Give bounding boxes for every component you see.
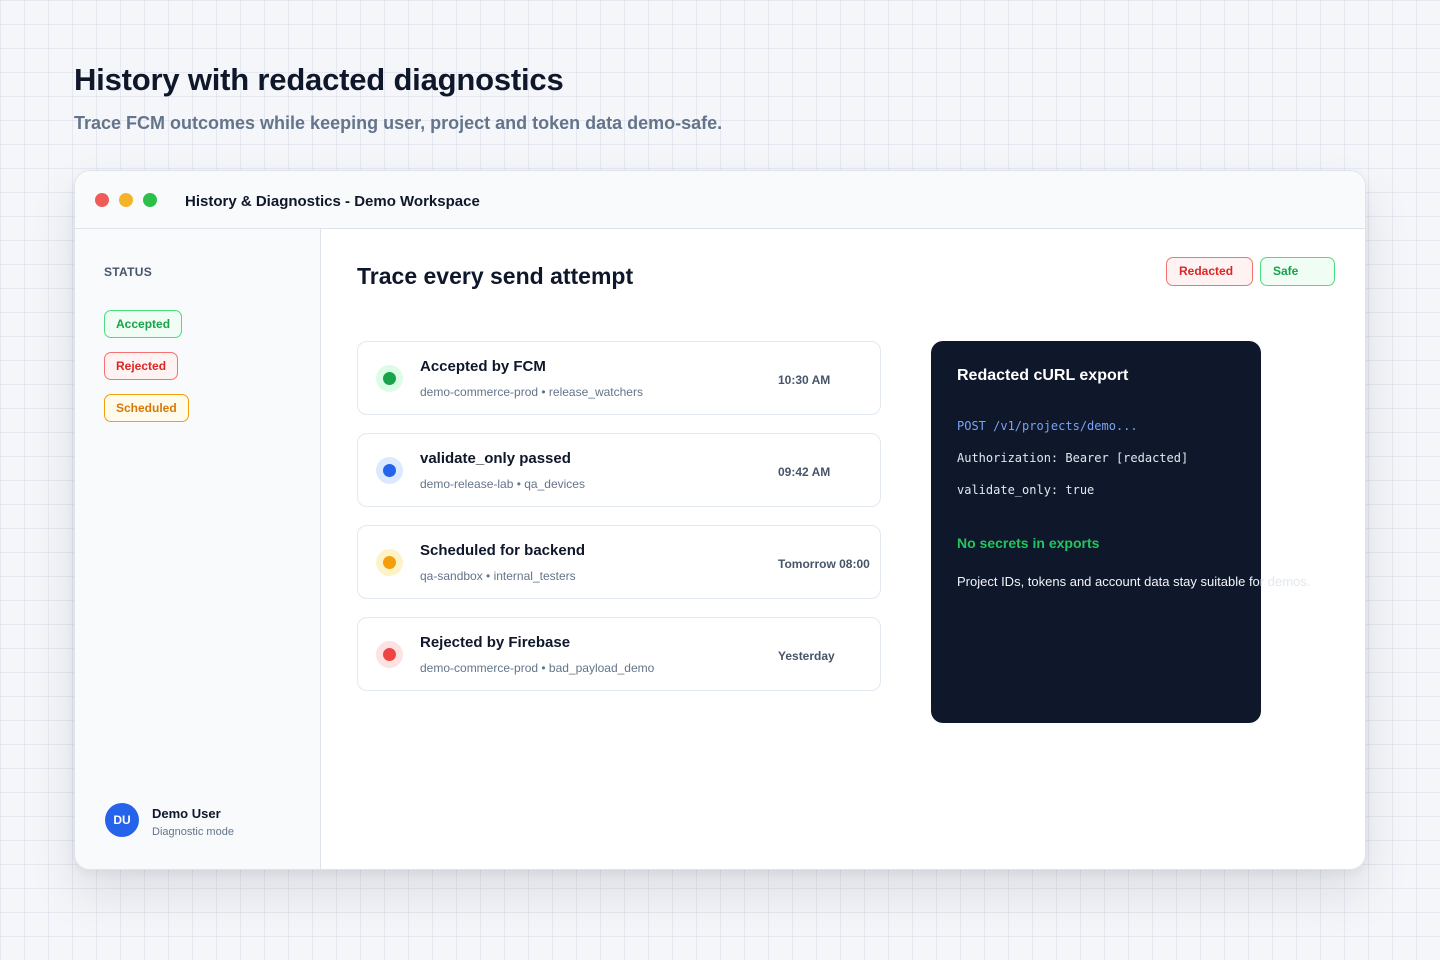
avatar[interactable]: DU — [105, 803, 139, 837]
curl-export-title: Redacted cURL export — [957, 367, 1129, 384]
status-dot-icon — [383, 556, 396, 569]
attempt-card[interactable]: Rejected by Firebase demo-commerce-prod … — [357, 617, 881, 691]
section-title: Trace every send attempt — [357, 263, 634, 289]
page-subtitle: Trace FCM outcomes while keeping user, p… — [74, 113, 723, 133]
attempt-subtitle: demo-release-lab • qa_devices — [420, 477, 585, 491]
attempt-subtitle: qa-sandbox • internal_testers — [420, 569, 576, 583]
no-secrets-text-start: Project IDs, tokens and account data sta… — [957, 574, 1260, 589]
attempt-card[interactable]: validate_only passed demo-release-lab • … — [357, 433, 881, 507]
filter-rejected[interactable]: Rejected — [104, 352, 179, 380]
curl-line: validate_only: true — [957, 483, 1095, 497]
no-secrets-text-end: r demos. — [1259, 574, 1311, 589]
attempt-card[interactable]: Scheduled for backend qa-sandbox • inter… — [357, 525, 881, 599]
filter-accepted[interactable]: Accepted — [104, 310, 183, 338]
maximize-window-button[interactable] — [143, 193, 157, 207]
redacted-badge: Redacted — [1166, 257, 1253, 286]
user-name: Demo User — [152, 806, 221, 821]
status-dot-icon — [383, 372, 396, 385]
attempt-title: Rejected by Firebase — [420, 634, 571, 651]
minimize-window-button[interactable] — [119, 193, 133, 207]
app-window: History & Diagnostics - Demo Workspace S… — [74, 170, 1366, 870]
attempt-title: Scheduled for backend — [420, 542, 586, 559]
curl-export-panel: Redacted cURL export POST /v1/projects/d… — [931, 341, 1310, 723]
status-dot-icon — [383, 648, 396, 661]
no-secrets-text: Project IDs, tokens and account data sta… — [957, 574, 1310, 589]
curl-line: POST /v1/projects/demo... — [957, 419, 1138, 433]
window-title: History & Diagnostics - Demo Workspace — [185, 193, 480, 210]
attempt-subtitle: demo-commerce-prod • bad_payload_demo — [420, 661, 655, 675]
attempt-time: 10:30 AM — [778, 373, 831, 387]
attempt-subtitle: demo-commerce-prod • release_watchers — [420, 385, 643, 399]
attempt-time: 09:42 AM — [778, 465, 831, 479]
filter-scheduled[interactable]: Scheduled — [104, 394, 189, 422]
attempt-title: Accepted by FCM — [420, 358, 546, 375]
status-dot-icon — [383, 464, 396, 477]
attempt-card[interactable]: Accepted by FCM demo-commerce-prod • rel… — [357, 341, 881, 415]
status-indicator — [376, 365, 403, 392]
safe-badge: Safe — [1260, 257, 1335, 286]
attempt-time: Yesterday — [778, 649, 835, 663]
attempt-time: Tomorrow 08:00 — [778, 557, 870, 571]
status-indicator — [376, 457, 403, 484]
user-mode: Diagnostic mode — [152, 826, 234, 838]
status-indicator — [376, 641, 403, 668]
curl-line: Authorization: Bearer [redacted] — [957, 451, 1189, 465]
sidebar: STATUS Accepted Rejected Scheduled DU De… — [75, 229, 321, 869]
page-title: History with redacted diagnostics — [74, 62, 564, 97]
status-indicator — [376, 549, 403, 576]
status-heading: STATUS — [104, 265, 153, 279]
no-secrets-heading: No secrets in exports — [957, 535, 1100, 551]
attempt-title: validate_only passed — [420, 450, 571, 467]
close-window-button[interactable] — [95, 193, 109, 207]
window-titlebar: History & Diagnostics - Demo Workspace — [75, 171, 1365, 229]
